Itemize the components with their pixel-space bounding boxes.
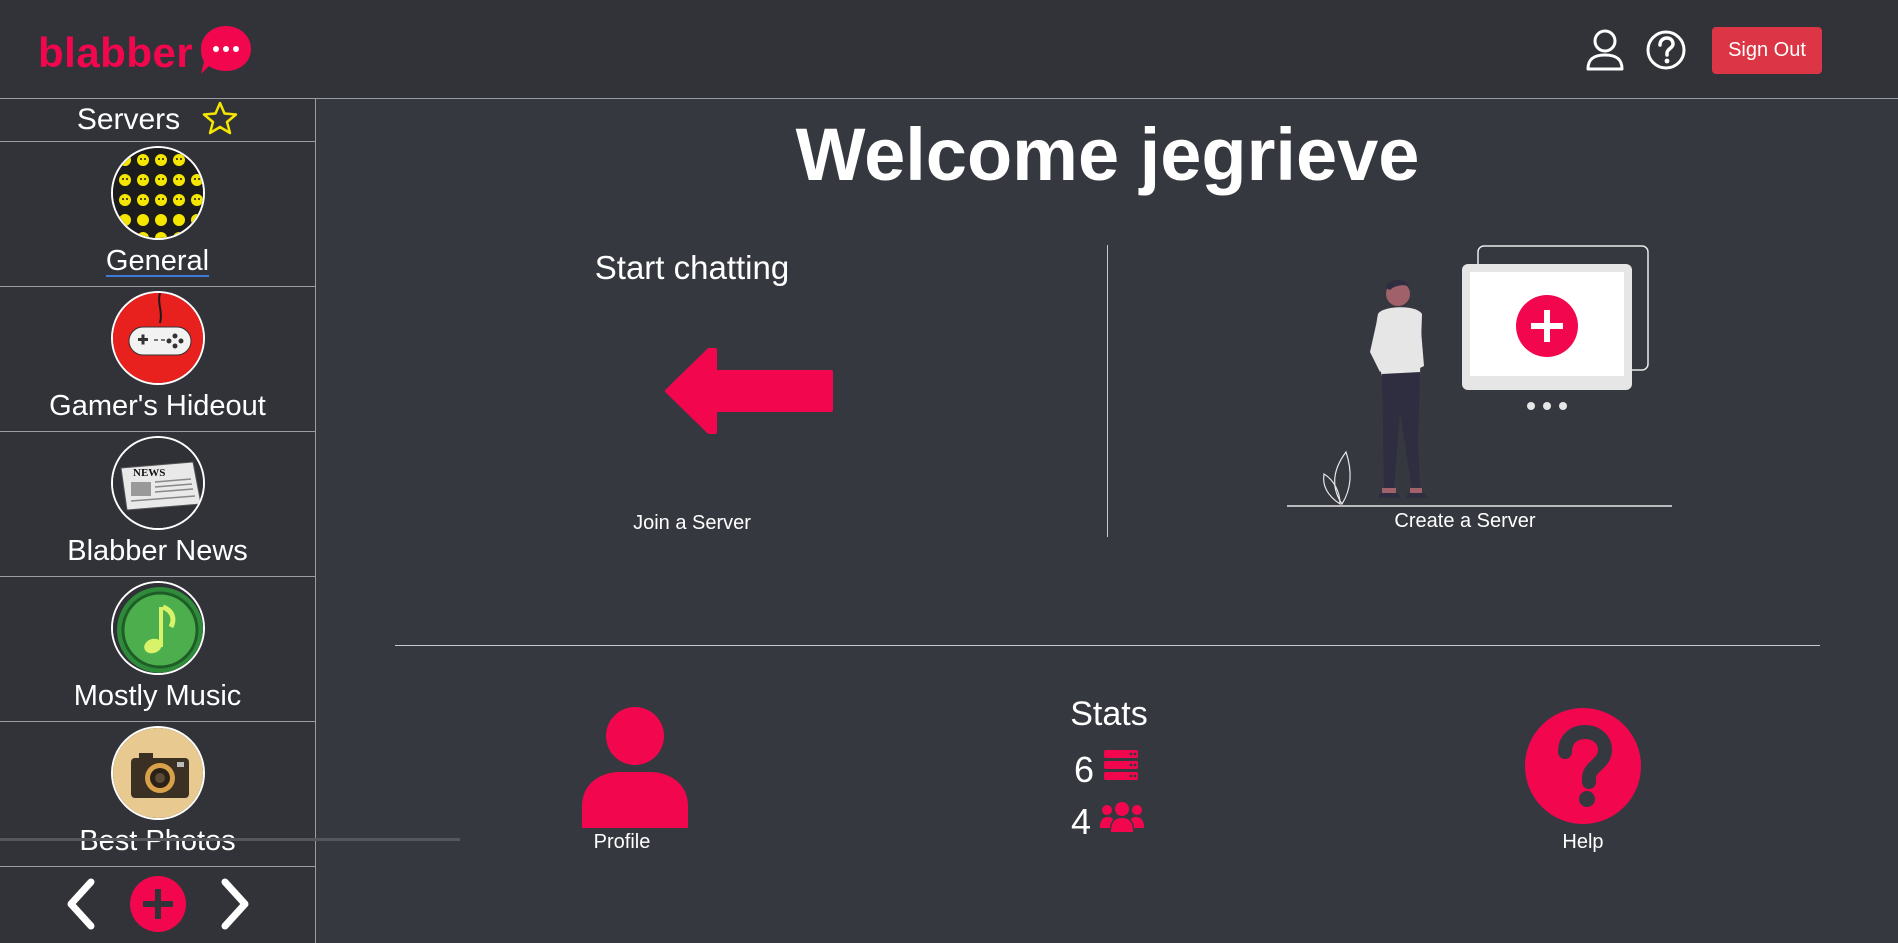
section-divider-horizontal [395, 645, 1820, 646]
horizontal-scrollbar[interactable] [0, 838, 460, 841]
server-name: Gamer's Hideout [49, 390, 266, 422]
help-circle-icon[interactable] [1644, 28, 1688, 72]
help-link[interactable]: Help [1525, 831, 1641, 854]
chevron-right-icon[interactable] [217, 878, 253, 935]
chat-bubble-icon [199, 24, 253, 81]
main-dashboard: Welcome jegrieve Start chatting Join a S… [317, 100, 1898, 943]
server-stack-icon [1102, 748, 1140, 791]
gamepad-avatar [110, 291, 205, 385]
start-chatting-heading: Start chatting [594, 249, 790, 286]
blabber-logo[interactable]: blabber [38, 24, 253, 81]
help-large-icon[interactable] [1525, 708, 1641, 829]
profile-link[interactable]: Profile [567, 831, 677, 854]
server-name: General [105, 245, 210, 277]
server-sidebar: Servers General Gamer's Hideout NEWS Bla… [0, 99, 316, 943]
star-outline-icon[interactable] [202, 101, 238, 140]
sidebar-title: Servers [76, 103, 181, 136]
arrow-left-icon[interactable] [663, 348, 835, 439]
friends-count: 4 [1071, 800, 1092, 842]
sidebar-item-blabber-news[interactable]: NEWS Blabber News [0, 432, 315, 577]
join-server-link[interactable]: Join a Server [625, 512, 759, 535]
server-name: Mostly Music [73, 680, 242, 712]
create-server-link[interactable]: Create a Server [1390, 510, 1540, 533]
chevron-left-icon[interactable] [63, 878, 99, 935]
server-name: Best Photos [79, 825, 236, 857]
sidebar-item-mostly-music[interactable]: Mostly Music [0, 577, 315, 722]
camera-avatar [110, 726, 205, 820]
logo-text: blabber [38, 28, 194, 76]
user-profile-icon[interactable] [1583, 28, 1627, 72]
welcome-heading: Welcome jegrieve [795, 113, 1420, 196]
servers-count: 6 [1074, 748, 1095, 790]
emoji-grid-avatar [110, 146, 205, 240]
sidebar-item-best-photos[interactable]: Best Photos [0, 722, 315, 867]
server-name: Blabber News [67, 535, 248, 567]
profile-large-icon[interactable] [580, 706, 690, 835]
users-group-icon [1099, 800, 1145, 843]
sidebar-pagination [0, 867, 315, 943]
sidebar-item-gamers-hideout[interactable]: Gamer's Hideout [0, 287, 315, 432]
friends-stat: 4 [1071, 800, 1145, 843]
newspaper-avatar: NEWS [110, 436, 205, 530]
sidebar-item-general[interactable]: General [0, 142, 315, 287]
add-server-icon[interactable] [129, 875, 187, 938]
create-server-illustration[interactable] [1272, 242, 1750, 527]
sign-out-button[interactable]: Sign Out [1712, 27, 1822, 74]
top-nav-bar: blabber Sign Out [0, 0, 1898, 99]
music-note-avatar [110, 581, 205, 675]
section-divider-vertical [1107, 245, 1108, 537]
servers-stat: 6 [1074, 748, 1140, 791]
stats-heading: Stats [1070, 695, 1148, 733]
svg-text:NEWS: NEWS [133, 467, 165, 479]
sidebar-header: Servers [0, 99, 315, 142]
